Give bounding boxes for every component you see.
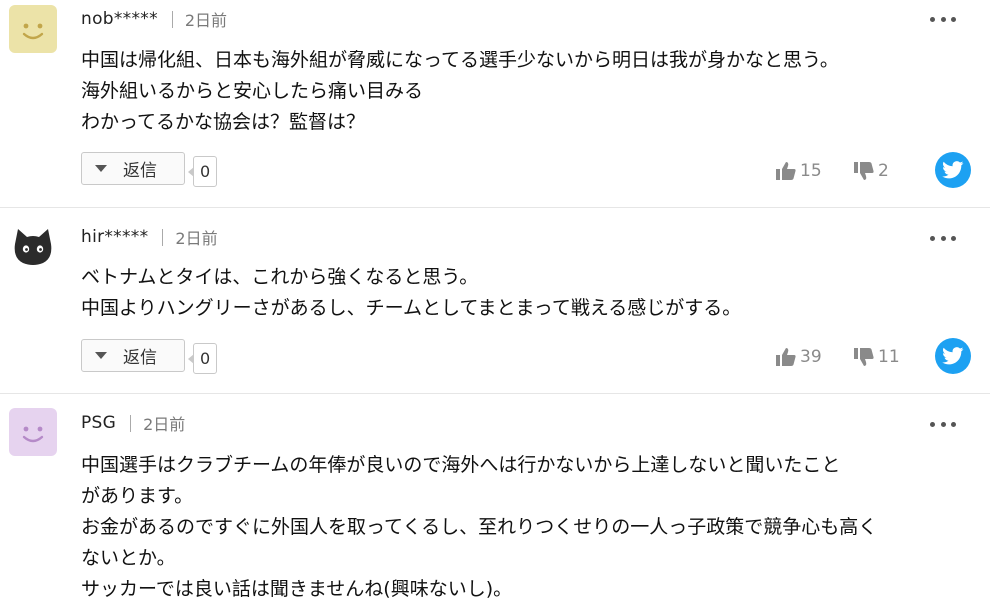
comment-meta: nob***** 2日前 — [81, 8, 227, 30]
more-options-icon[interactable] — [930, 14, 956, 24]
meta-separator — [171, 10, 173, 28]
comment-line: お金があるのですぐに外国人を取ってくるし、至れりつくせりの一人っ子政策で競争心も… — [81, 516, 878, 538]
dislike-count: 11 — [878, 347, 900, 367]
reply-label: 返信 — [123, 348, 157, 368]
thumbs-up-icon — [776, 348, 796, 366]
comment-line: ないとか。 — [81, 547, 176, 569]
dislike-count: 2 — [878, 161, 889, 181]
like-count: 15 — [800, 161, 822, 181]
comment-line: 中国よりハングリーさがあるし、チームとしてまとまって戦える感じがする。 — [81, 297, 742, 319]
comment-line: わかってるかな協会は？監督は？ — [81, 111, 366, 133]
comment-line: ベトナムとタイは、これから強くなると思う。 — [81, 266, 479, 288]
timestamp: 2日前 — [175, 229, 218, 248]
avatar[interactable] — [9, 5, 57, 53]
timestamp: 2日前 — [184, 11, 228, 30]
avatar[interactable] — [9, 222, 57, 270]
cat-icon — [14, 229, 52, 265]
comment-body: 中国選手はクラブチームの年俸が良いので海外へは行かないから上達しないと聞いたこと… — [81, 450, 971, 605]
comment-divider — [0, 207, 990, 208]
more-options-icon[interactable] — [930, 419, 956, 429]
twitter-share-button[interactable] — [935, 338, 971, 374]
comment-meta: hir***** 2日前 — [81, 226, 218, 248]
more-options-icon[interactable] — [930, 233, 956, 243]
like-button[interactable]: 39 — [775, 345, 822, 369]
caret-down-icon — [95, 352, 107, 359]
smiley-icon — [22, 23, 44, 40]
dislike-button[interactable]: 2 — [853, 159, 889, 183]
comment-line: があります。 — [81, 485, 194, 507]
caret-down-icon — [95, 165, 107, 172]
meta-separator — [130, 414, 132, 432]
thumbs-down-icon — [854, 162, 874, 180]
comment-meta: PSG 2日前 — [81, 412, 185, 434]
username[interactable]: PSG — [81, 413, 116, 433]
comment-line: 中国選手はクラブチームの年俸が良いので海外へは行かないから上達しないと聞いたこと — [81, 454, 841, 476]
twitter-share-button[interactable] — [935, 152, 971, 188]
reply-count: 0 — [187, 156, 218, 187]
username[interactable]: hir***** — [81, 227, 148, 247]
reply-label: 返信 — [123, 161, 157, 181]
smiley-icon — [22, 426, 44, 443]
like-button[interactable]: 15 — [775, 159, 822, 183]
comment-line: 中国は帰化組、日本も海外組が脅威になってる選手少ないから明日は我が身かなと思う。 — [81, 49, 839, 71]
reply-button[interactable]: 返信 — [81, 152, 185, 185]
dislike-button[interactable]: 11 — [853, 345, 900, 369]
twitter-bird-icon — [942, 161, 964, 179]
comment-line: 海外組いるからと安心したら痛い目みる — [81, 80, 424, 102]
comment-line: サッカーでは良い話は聞きませんね(興味ないし)。 — [81, 578, 513, 600]
timestamp: 2日前 — [143, 415, 186, 434]
thumbs-down-icon — [854, 348, 874, 366]
like-count: 39 — [800, 347, 822, 367]
reply-count: 0 — [187, 343, 218, 374]
comment-body: 中国は帰化組、日本も海外組が脅威になってる選手少ないから明日は我が身かなと思う。… — [81, 45, 971, 138]
comment-divider — [0, 393, 990, 394]
meta-separator — [162, 228, 164, 246]
twitter-bird-icon — [942, 347, 964, 365]
username[interactable]: nob***** — [81, 9, 158, 29]
thumbs-up-icon — [776, 162, 796, 180]
comment-body: ベトナムとタイは、これから強くなると思う。 中国よりハングリーさがあるし、チーム… — [81, 262, 971, 324]
avatar[interactable] — [9, 408, 57, 456]
reply-button[interactable]: 返信 — [81, 339, 185, 372]
